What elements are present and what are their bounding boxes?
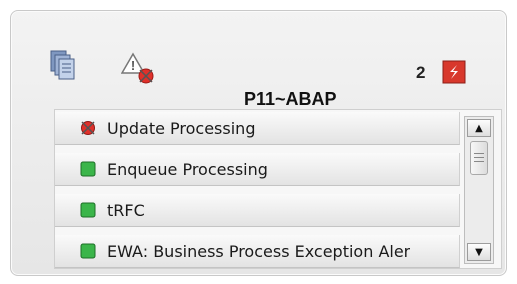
list-item[interactable]: tRFC <box>55 194 460 227</box>
monitor-list: Update Processing Enqueue Processing tRF… <box>54 109 502 269</box>
scroll-up-arrow-icon[interactable]: ▲ <box>467 119 491 137</box>
ok-status-icon <box>80 161 96 177</box>
list-item[interactable]: EWA: Business Process Exception Aler <box>55 235 460 268</box>
list-item-label: tRFC <box>107 200 145 220</box>
list-item[interactable]: Enqueue Processing <box>55 153 460 186</box>
alert-count: 2 <box>416 63 426 82</box>
list-item-label: EWA: Business Process Exception Aler <box>107 241 411 261</box>
list-item[interactable]: Update Processing <box>55 112 460 145</box>
copy-icon[interactable] <box>49 49 75 81</box>
scroll-down-arrow-icon[interactable]: ▼ <box>467 243 491 261</box>
error-status-icon <box>81 121 95 135</box>
alert-warning-icon[interactable]: ! <box>121 51 159 87</box>
ok-status-icon <box>80 243 96 259</box>
system-title: P11~ABAP <box>244 89 337 109</box>
vertical-scrollbar[interactable]: ▲ ▼ <box>464 116 494 264</box>
list-item-label: Update Processing <box>107 118 256 138</box>
ok-status-icon <box>80 202 96 218</box>
svg-text:!: ! <box>131 58 135 73</box>
monitor-panel: ! 2 P11~ABAP Update Processing Enqueue P… <box>10 10 507 276</box>
list-item-label: Enqueue Processing <box>107 159 268 179</box>
app-logo-icon[interactable] <box>442 60 466 84</box>
scroll-thumb[interactable] <box>470 141 488 175</box>
